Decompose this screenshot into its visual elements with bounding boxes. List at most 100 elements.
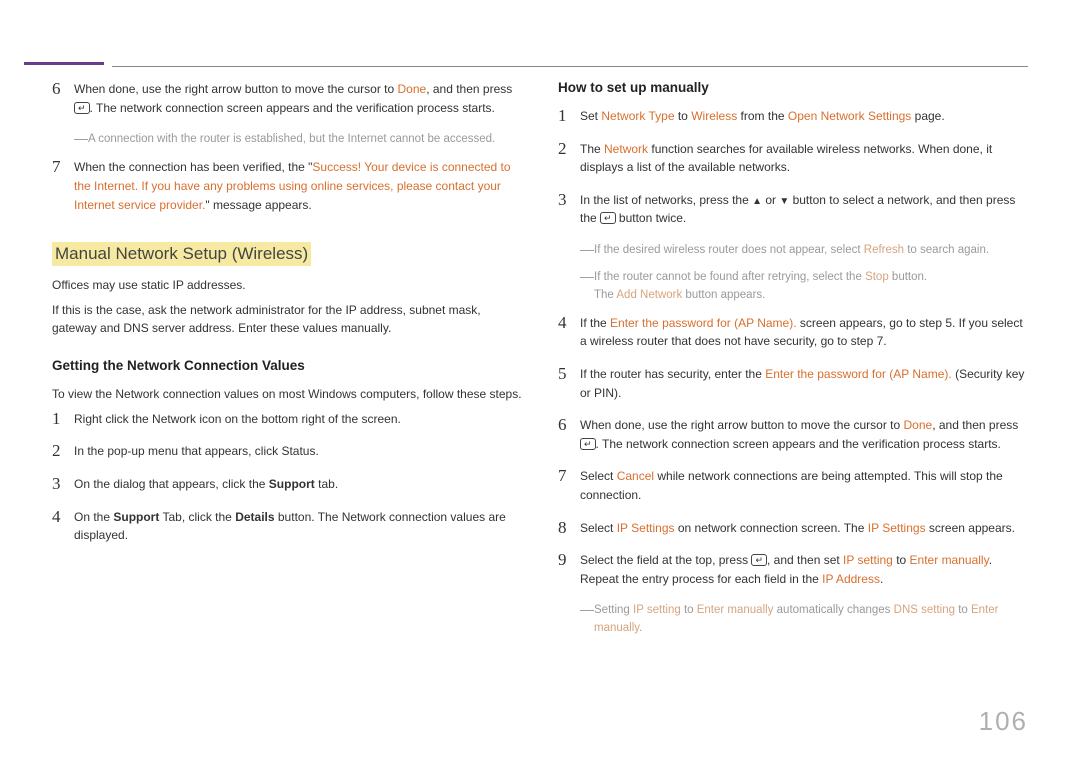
text: button appears.: [682, 289, 765, 301]
text: to search again.: [904, 244, 989, 256]
text: to: [681, 604, 697, 616]
top-rule: [112, 66, 1028, 67]
text: The: [594, 289, 616, 301]
dash-icon: ―: [580, 242, 594, 257]
text: , and then set: [767, 553, 843, 567]
support-label: Support: [269, 477, 315, 491]
add-network-label: Add Network: [616, 289, 682, 301]
text: Select: [580, 521, 617, 535]
text: . The network connection screen appears …: [90, 101, 495, 115]
step-number: 2: [52, 442, 74, 461]
page-number: 106: [979, 706, 1028, 737]
text: , and then press: [426, 82, 512, 96]
text: Setting: [594, 604, 633, 616]
text: to: [955, 604, 971, 616]
step-number: 7: [52, 158, 74, 177]
subheading: How to set up manually: [558, 80, 1028, 95]
enter-icon: ↵: [600, 212, 616, 224]
step-number: 6: [52, 80, 74, 99]
right-note-1: ― If the desired wireless router does no…: [580, 242, 1028, 259]
enter-manually-label: Enter manually: [697, 604, 774, 616]
text: from the: [737, 109, 788, 123]
enter-manually-label: Enter manually: [910, 553, 989, 567]
password-prompt-label: Enter the password for (AP Name).: [610, 316, 797, 330]
wireless-label: Wireless: [691, 109, 737, 123]
section-title-highlight: Manual Network Setup (Wireless): [52, 242, 311, 266]
subheading: Getting the Network Connection Values: [52, 358, 522, 373]
right-step-4: 4 If the Enter the password for (AP Name…: [558, 314, 1028, 351]
text: In the list of networks, press the: [580, 193, 752, 207]
step-number: 4: [558, 314, 580, 333]
right-step-5: 5 If the router has security, enter the …: [558, 365, 1028, 402]
accent-bar: [24, 62, 104, 65]
right-step-2: 2 The Network function searches for avai…: [558, 140, 1028, 177]
enter-icon: ↵: [74, 102, 90, 114]
up-arrow-icon: ▲: [752, 196, 762, 207]
done-label: Done: [904, 418, 933, 432]
text: to: [893, 553, 910, 567]
text: .: [880, 572, 883, 586]
text: In the pop-up menu that appears, click S…: [74, 442, 319, 461]
refresh-label: Refresh: [864, 244, 904, 256]
text: When the connection has been verified, t…: [74, 160, 312, 174]
left-g-step-3: 3 On the dialog that appears, click the …: [52, 475, 522, 494]
support-label: Support: [113, 510, 159, 524]
step-number: 6: [558, 416, 580, 435]
text: If the: [580, 316, 610, 330]
text: tab.: [315, 477, 338, 491]
text: If the router has security, enter the: [580, 367, 765, 381]
dash-icon: ―: [580, 602, 594, 617]
stop-label: Stop: [865, 271, 889, 283]
ip-settings-label: IP Settings: [617, 521, 675, 535]
step-number: 4: [52, 508, 74, 527]
page-content: 6 When done, use the right arrow button …: [0, 0, 1080, 647]
text: " message appears.: [205, 198, 311, 212]
down-arrow-icon: ▼: [779, 196, 789, 207]
text: .: [639, 622, 642, 634]
text: Tab, click the: [159, 510, 235, 524]
password-prompt-label: Enter the password for (AP Name).: [765, 367, 952, 381]
text: Select: [580, 469, 617, 483]
network-label: Network: [604, 142, 648, 156]
left-g-step-2: 2 In the pop-up menu that appears, click…: [52, 442, 522, 461]
right-column: How to set up manually 1 Set Network Typ…: [558, 80, 1028, 647]
text: or: [762, 193, 779, 207]
left-step-7: 7 When the connection has been verified,…: [52, 158, 522, 214]
text: If the router cannot be found after retr…: [594, 271, 865, 283]
step-number: 3: [558, 191, 580, 210]
text: On the dialog that appears, click the: [74, 477, 269, 491]
open-network-settings-label: Open Network Settings: [788, 109, 911, 123]
text: screen appears.: [926, 521, 1015, 535]
text: , and then press: [932, 418, 1018, 432]
paragraph: To view the Network connection values on…: [52, 385, 522, 404]
right-step-3: 3 In the list of networks, press the ▲ o…: [558, 191, 1028, 228]
network-type-label: Network Type: [601, 109, 674, 123]
paragraph: Offices may use static IP addresses.: [52, 276, 522, 295]
dash-icon: ―: [580, 269, 594, 284]
step-number: 2: [558, 140, 580, 159]
text: on network connection screen. The: [675, 521, 868, 535]
step-number: 1: [52, 410, 74, 429]
note-text: A connection with the router is establis…: [88, 131, 495, 148]
text: automatically changes: [773, 604, 893, 616]
step-number: 5: [558, 365, 580, 384]
text: button twice.: [616, 211, 687, 225]
right-note-3: ― Setting IP setting to Enter manually a…: [580, 602, 1028, 637]
ip-settings-label: IP Settings: [868, 521, 926, 535]
ip-address-label: IP Address: [822, 572, 880, 586]
paragraph: If this is the case, ask the network adm…: [52, 301, 522, 338]
text: Right click the Network icon on the bott…: [74, 410, 401, 429]
done-label: Done: [398, 82, 427, 96]
text: When done, use the right arrow button to…: [580, 418, 904, 432]
dash-icon: ―: [74, 131, 88, 146]
right-step-9: 9 Select the field at the top, press ↵, …: [558, 551, 1028, 588]
left-note-1: ― A connection with the router is establ…: [74, 131, 522, 148]
text: Select the field at the top, press: [580, 553, 751, 567]
left-column: 6 When done, use the right arrow button …: [52, 80, 522, 647]
enter-icon: ↵: [580, 438, 596, 450]
text: button.: [889, 271, 927, 283]
cancel-label: Cancel: [617, 469, 654, 483]
text: On the: [74, 510, 113, 524]
text: . The network connection screen appears …: [596, 437, 1001, 451]
step-number: 8: [558, 519, 580, 538]
